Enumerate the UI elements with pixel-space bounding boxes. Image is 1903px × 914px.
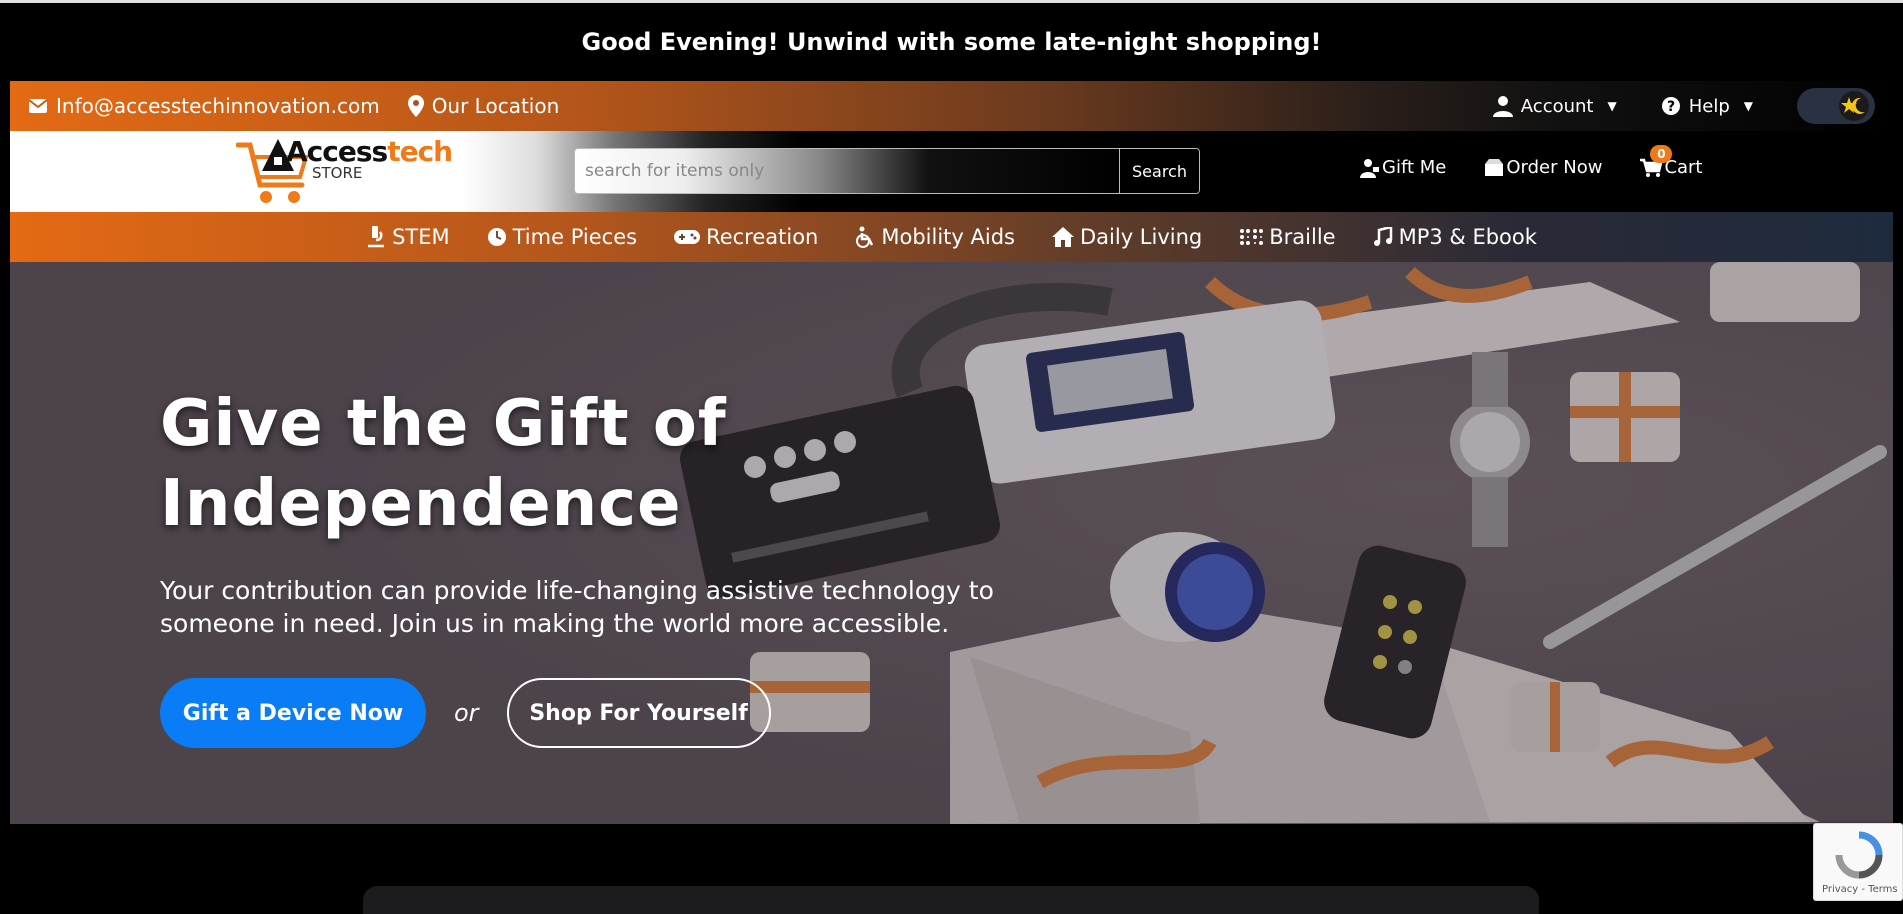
- location-link[interactable]: Our Location: [407, 94, 560, 118]
- logo-wordmark: Accesstech: [286, 135, 453, 168]
- braille-icon: [1240, 229, 1264, 245]
- cart-label: Cart: [1664, 157, 1703, 178]
- nav-item-mp3-ebook[interactable]: MP3 & Ebook: [1373, 225, 1537, 249]
- music-icon: [1373, 227, 1392, 246]
- header-actions: Gift Me Order Now 0 Cart: [1360, 145, 1703, 178]
- store-logo[interactable]: Accesstech STORE: [236, 135, 453, 207]
- box-icon: [1485, 158, 1504, 176]
- email-link[interactable]: Info@accesstechinnovation.com: [28, 94, 380, 118]
- nav-item-stem[interactable]: STEM: [366, 225, 450, 249]
- gamepad-icon: [674, 230, 701, 244]
- nav-item-daily-living[interactable]: Daily Living: [1051, 225, 1203, 249]
- account-label: Account: [1520, 95, 1594, 117]
- order-now-link[interactable]: Order Now: [1484, 157, 1602, 178]
- greeting-banner: Good Evening! Unwind with some late-nigh…: [0, 0, 1903, 81]
- svg-text:?: ?: [1667, 99, 1675, 115]
- logo-subtitle: STORE: [312, 164, 363, 182]
- nav-item-mobility-aids[interactable]: Mobility Aids: [855, 225, 1015, 249]
- gift-me-label: Gift Me: [1382, 157, 1447, 178]
- clock-icon: [487, 228, 506, 246]
- nav-label: Daily Living: [1079, 225, 1203, 249]
- nav-label: Recreation: [706, 225, 819, 249]
- user-icon: [1492, 96, 1513, 117]
- chevron-down-icon: ▼: [1607, 99, 1617, 113]
- map-pin-icon: [407, 95, 424, 117]
- gift-me-link[interactable]: Gift Me: [1360, 157, 1446, 178]
- nav-item-braille[interactable]: Braille: [1239, 225, 1336, 249]
- location-text: Our Location: [431, 94, 560, 118]
- email-text: Info@accesstechinnovation.com: [56, 94, 380, 118]
- wheelchair-icon: [856, 226, 874, 248]
- hero-cta-group: Gift a Device Now or Shop For Yourself: [160, 678, 771, 748]
- hero-description: Your contribution can provide life-chang…: [160, 576, 994, 638]
- theme-toggle[interactable]: [1797, 88, 1875, 124]
- recaptcha-terms[interactable]: Privacy - Terms: [1822, 884, 1898, 895]
- help-dropdown[interactable]: ? Help ▼: [1661, 96, 1753, 117]
- top-contact-bar: Info@accesstechinnovation.com Our Locati…: [10, 81, 1893, 131]
- chevron-down-icon: ▼: [1743, 99, 1753, 113]
- gift-device-button[interactable]: Gift a Device Now: [160, 678, 426, 748]
- search-button[interactable]: Search: [1119, 149, 1199, 193]
- nav-label: Mobility Aids: [881, 225, 1015, 249]
- account-dropdown[interactable]: Account ▼: [1492, 95, 1617, 117]
- cart-count-badge: 0: [1650, 145, 1673, 163]
- home-icon: [1051, 227, 1074, 247]
- recaptcha-badge[interactable]: Privacy - Terms: [1813, 823, 1903, 901]
- greeting-text: Good Evening! Unwind with some late-nigh…: [581, 28, 1322, 56]
- nav-label: MP3 & Ebook: [1398, 225, 1537, 249]
- order-now-label: Order Now: [1506, 157, 1603, 178]
- recaptcha-icon: [1835, 831, 1883, 879]
- or-separator: or: [454, 699, 479, 727]
- question-circle-icon: ?: [1661, 97, 1680, 115]
- cart-link[interactable]: 0 Cart: [1640, 145, 1703, 178]
- nav-label: STEM: [392, 225, 450, 249]
- search-input[interactable]: [575, 149, 1119, 193]
- envelope-icon: [28, 99, 48, 113]
- microscope-icon: [368, 226, 385, 248]
- user-gift-icon: [1360, 158, 1379, 178]
- shop-for-yourself-button[interactable]: Shop For Yourself: [506, 678, 771, 748]
- nav-item-recreation[interactable]: Recreation: [674, 225, 818, 249]
- moon-star-icon: [1839, 91, 1869, 121]
- hero-title: Give the Gift of Independence: [160, 387, 727, 541]
- nav-label: Braille: [1269, 225, 1336, 249]
- search-bar: Search: [574, 148, 1200, 194]
- help-label: Help: [1688, 95, 1730, 117]
- category-nav: STEM Time Pieces Recreation Mobility Aid…: [10, 212, 1893, 262]
- nav-item-time-pieces[interactable]: Time Pieces: [487, 225, 637, 249]
- content-panel: [363, 886, 1539, 914]
- main-header: Accesstech STORE Search Gift Me Order No…: [10, 131, 1893, 212]
- hero-banner: Give the Gift of Independence Your contr…: [10, 262, 1893, 824]
- nav-label: Time Pieces: [512, 225, 638, 249]
